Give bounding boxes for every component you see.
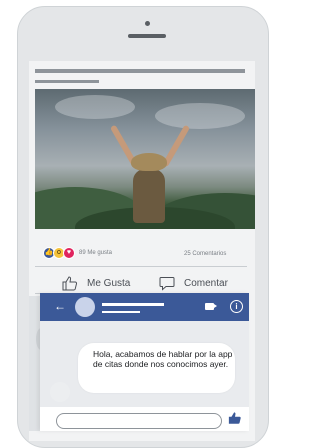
comment-icon (159, 277, 175, 291)
message-bubble[interactable]: Hola, acabamos de hablar por la app de c… (78, 343, 235, 393)
like-button[interactable]: Me Gusta (62, 276, 130, 291)
camera-dot (145, 21, 150, 26)
like-label: Me Gusta (87, 278, 131, 289)
post-photo[interactable] (35, 89, 255, 229)
feed-placeholder-strip (29, 296, 40, 431)
love-reaction-icon: ♥ (63, 247, 75, 259)
chat-window[interactable]: ← i Hola, acabamos de hablar por la app … (40, 293, 249, 431)
cloud (155, 103, 245, 129)
chat-footer (40, 407, 249, 431)
back-arrow-icon[interactable]: ← (54, 298, 66, 314)
thumbs-up-icon (62, 276, 78, 291)
thumbs-up-icon[interactable] (228, 411, 242, 425)
video-camera-icon[interactable] (205, 303, 217, 310)
divider (35, 266, 247, 267)
message-text: Hola, acabamos de hablar por la app de c… (93, 349, 233, 369)
comments-count[interactable]: 25 Comentarios (184, 251, 226, 257)
comment-label: Comentar (184, 278, 228, 289)
cloud (55, 95, 135, 119)
chat-header: ← i (40, 293, 249, 321)
message-input[interactable] (56, 413, 222, 429)
likes-count: 89 Me gusta (79, 250, 113, 256)
speaker-grille (128, 34, 166, 38)
hiker-hat (131, 153, 167, 171)
contact-avatar[interactable] (75, 297, 95, 317)
comment-button[interactable]: Comentar (159, 276, 228, 291)
info-icon[interactable]: i (230, 300, 243, 313)
post-header-placeholder (35, 69, 245, 73)
hiker-figure (133, 169, 165, 223)
reactions-summary[interactable]: 👍 o ♥ 89 Me gusta (43, 247, 112, 259)
sender-avatar (50, 382, 70, 402)
contact-name-placeholder (102, 303, 164, 306)
post-subheader-placeholder (35, 80, 99, 83)
contact-status-placeholder (102, 311, 140, 313)
